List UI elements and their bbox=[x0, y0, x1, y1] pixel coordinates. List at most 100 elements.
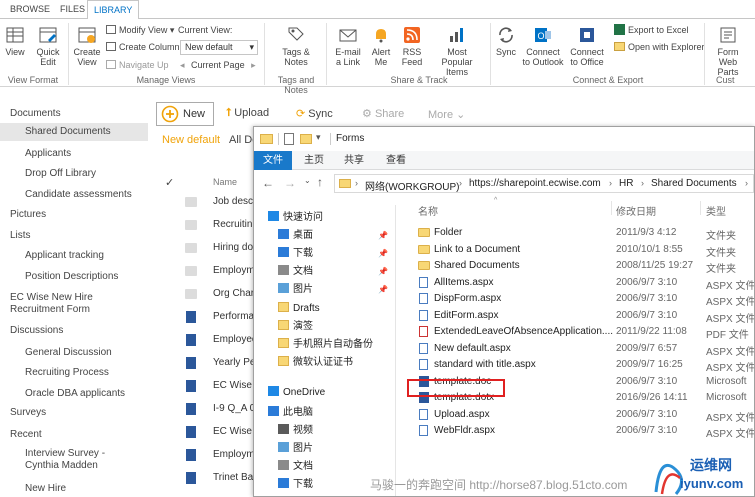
sync-button[interactable]: ⟳ Sync bbox=[296, 107, 333, 120]
explorer-tab-file[interactable]: 文件 bbox=[254, 151, 292, 170]
nav-item[interactable]: Discussions bbox=[10, 325, 63, 337]
nav-tree-item[interactable]: 下载 📌 bbox=[278, 246, 394, 262]
breadcrumb-shared-documents[interactable]: Shared Documents bbox=[651, 178, 737, 189]
nav-item[interactable]: General Discussion bbox=[25, 347, 112, 359]
rss-feed-button[interactable]: RSS Feed bbox=[398, 25, 426, 67]
nav-tree-item[interactable]: Drafts bbox=[278, 301, 394, 317]
current-view-select[interactable]: New default ▾ bbox=[180, 40, 258, 55]
breadcrumb-hr[interactable]: HR bbox=[619, 178, 633, 189]
file-row[interactable]: WebFldr.aspx 2006/9/7 3:10 ASPX 文件 bbox=[418, 423, 754, 440]
list-item-name[interactable]: Trinet Ba bbox=[213, 472, 253, 483]
nav-item[interactable]: Applicants bbox=[25, 148, 71, 160]
list-item-name[interactable]: Performa bbox=[213, 311, 254, 322]
tab-library[interactable]: LIBRARY bbox=[87, 0, 140, 20]
nav-tree-item[interactable]: 微软认证证书 bbox=[278, 355, 394, 371]
next-page-icon[interactable]: ▸ bbox=[251, 60, 256, 70]
new-document-button[interactable]: New bbox=[156, 102, 214, 126]
upload-button[interactable]: ⭡ Upload bbox=[226, 107, 269, 120]
new-folder-icon[interactable] bbox=[300, 134, 312, 144]
list-item-name[interactable]: Recruitin bbox=[213, 219, 252, 230]
nav-tree-item[interactable]: 文档 bbox=[278, 459, 394, 475]
create-column-button[interactable]: Create Column bbox=[106, 40, 180, 54]
nav-tree-item[interactable]: 此电脑 bbox=[268, 405, 394, 421]
name-column-header[interactable]: Name bbox=[213, 177, 237, 187]
pin-icon[interactable]: 📌 bbox=[378, 282, 388, 298]
list-item-name[interactable]: Hiring do bbox=[213, 242, 253, 253]
address-input[interactable]: › 网络(WORKGROUP) › https://sharepoint.ecw… bbox=[334, 174, 754, 193]
open-explorer-button[interactable]: Open with Explorer bbox=[614, 40, 705, 54]
most-popular-button[interactable]: Most Popular Items bbox=[430, 25, 484, 77]
explorer-tab-view[interactable]: 查看 bbox=[378, 151, 414, 170]
explorer-tab-home[interactable]: 主页 bbox=[296, 151, 332, 170]
list-item-name[interactable]: Employee bbox=[213, 334, 257, 345]
list-item-name[interactable]: Org Char bbox=[213, 288, 254, 299]
pin-icon[interactable]: 📌 bbox=[378, 246, 388, 262]
nav-item[interactable]: Documents bbox=[10, 108, 61, 120]
nav-item[interactable]: Pictures bbox=[10, 209, 46, 221]
pin-icon[interactable]: 📌 bbox=[378, 228, 388, 244]
nav-item[interactable]: New Hire bbox=[25, 483, 66, 495]
file-row[interactable]: standard with title.aspx 2009/9/7 16:25 AS… bbox=[418, 357, 754, 374]
create-view-button[interactable]: Create View bbox=[72, 25, 102, 67]
nav-item[interactable]: Surveys bbox=[10, 407, 46, 419]
list-item-name[interactable]: Employm bbox=[213, 449, 255, 460]
forward-arrow-icon[interactable]: → bbox=[284, 176, 296, 190]
view-button[interactable]: View bbox=[3, 25, 27, 57]
column-type[interactable]: 类型 bbox=[706, 203, 726, 218]
form-web-parts-button[interactable]: Form Web Parts bbox=[708, 25, 748, 77]
email-link-button[interactable]: E-mail a Link bbox=[332, 25, 364, 67]
file-row[interactable]: AllItems.aspx 2006/9/7 3:10 ASPX 文件 bbox=[418, 275, 754, 292]
list-item-name[interactable]: Yearly Pe bbox=[213, 357, 255, 368]
file-row[interactable]: New default.aspx 2009/9/7 6:57 ASPX 文件 bbox=[418, 341, 754, 358]
file-row[interactable]: Upload.aspx 2006/9/7 3:10 ASPX 文件 bbox=[418, 407, 754, 424]
properties-icon[interactable] bbox=[284, 133, 294, 145]
alert-me-button[interactable]: Alert Me bbox=[368, 25, 394, 67]
list-item-name[interactable]: Employm bbox=[213, 265, 255, 276]
explorer-tab-share[interactable]: 共享 bbox=[336, 151, 372, 170]
view-new-default[interactable]: New default bbox=[162, 134, 220, 146]
tags-notes-button[interactable]: Tags & Notes bbox=[276, 25, 316, 67]
nav-item[interactable]: Applicant tracking bbox=[25, 250, 104, 262]
sync-ribbon-button[interactable]: Sync bbox=[494, 25, 518, 57]
nav-item[interactable]: Lists bbox=[10, 230, 31, 242]
more-button[interactable]: More ⌄ bbox=[428, 108, 465, 121]
nav-tree-item[interactable]: 演签 bbox=[278, 319, 394, 335]
nav-tree-item[interactable]: 快速访问 bbox=[268, 210, 394, 226]
file-row[interactable]: Link to a Document 2010/10/1 8:55 文件夹 bbox=[418, 242, 754, 259]
back-arrow-icon[interactable]: ← bbox=[262, 176, 274, 190]
pin-icon[interactable]: 📌 bbox=[378, 264, 388, 280]
nav-item[interactable]: Recent bbox=[10, 429, 42, 441]
connect-outlook-button[interactable]: O Connect to Outlook bbox=[522, 25, 564, 67]
current-page-control[interactable]: ◂ Current Page ▸ bbox=[180, 58, 256, 72]
export-excel-button[interactable]: Export to Excel bbox=[614, 23, 689, 37]
nav-item[interactable]: Drop Off Library bbox=[25, 168, 96, 180]
list-item-name[interactable]: EC Wise I bbox=[213, 380, 257, 391]
customize-toolbar-icon[interactable]: ▾ bbox=[316, 132, 321, 143]
tab-files[interactable]: FILES bbox=[54, 0, 91, 19]
up-arrow-icon[interactable]: ↑ bbox=[317, 175, 323, 189]
nav-tree-item[interactable]: 图片 bbox=[278, 441, 394, 457]
select-all-checkmark-icon[interactable]: ✓ bbox=[165, 176, 174, 189]
file-row[interactable]: EditForm.aspx 2006/9/7 3:10 ASPX 文件 bbox=[418, 308, 754, 325]
column-date[interactable]: 修改日期 bbox=[616, 203, 656, 218]
nav-tree-item[interactable]: 桌面 📌 bbox=[278, 228, 394, 244]
file-row[interactable]: Folder 2011/9/3 4:12 文件夹 bbox=[418, 225, 754, 242]
list-item-name[interactable]: Job descr bbox=[213, 196, 256, 207]
file-row[interactable]: Shared Documents 2008/11/25 19:27 文件夹 bbox=[418, 258, 754, 275]
breadcrumb-network[interactable]: 网络(WORKGROUP) bbox=[365, 178, 459, 193]
nav-tree-item[interactable]: 手机照片自动备份 bbox=[278, 337, 394, 353]
breadcrumb-site[interactable]: https://sharepoint.ecwise.com bbox=[469, 178, 601, 189]
nav-tree-item[interactable]: 视频 bbox=[278, 423, 394, 439]
quick-edit-button[interactable]: Quick Edit bbox=[32, 25, 64, 67]
list-item-name[interactable]: I-9 Q_A 0 bbox=[213, 403, 255, 414]
nav-item[interactable]: Recruiting Process bbox=[25, 367, 109, 379]
file-row[interactable]: DispForm.aspx 2006/9/7 3:10 ASPX 文件 bbox=[418, 291, 754, 308]
nav-item[interactable]: Oracle DBA applicants bbox=[25, 388, 125, 400]
list-item-name[interactable]: EC Wise I bbox=[213, 426, 257, 437]
navigate-up-button[interactable]: Navigate Up bbox=[106, 58, 169, 72]
nav-item[interactable]: Position Descriptions bbox=[25, 271, 118, 283]
file-row[interactable]: ExtendedLeaveOfAbsenceApplication.... 201… bbox=[418, 324, 754, 341]
modify-view-button[interactable]: Modify View ▾ bbox=[106, 23, 174, 37]
connect-office-button[interactable]: Connect to Office bbox=[566, 25, 608, 67]
nav-item[interactable]: Candidate assessments bbox=[25, 189, 132, 201]
